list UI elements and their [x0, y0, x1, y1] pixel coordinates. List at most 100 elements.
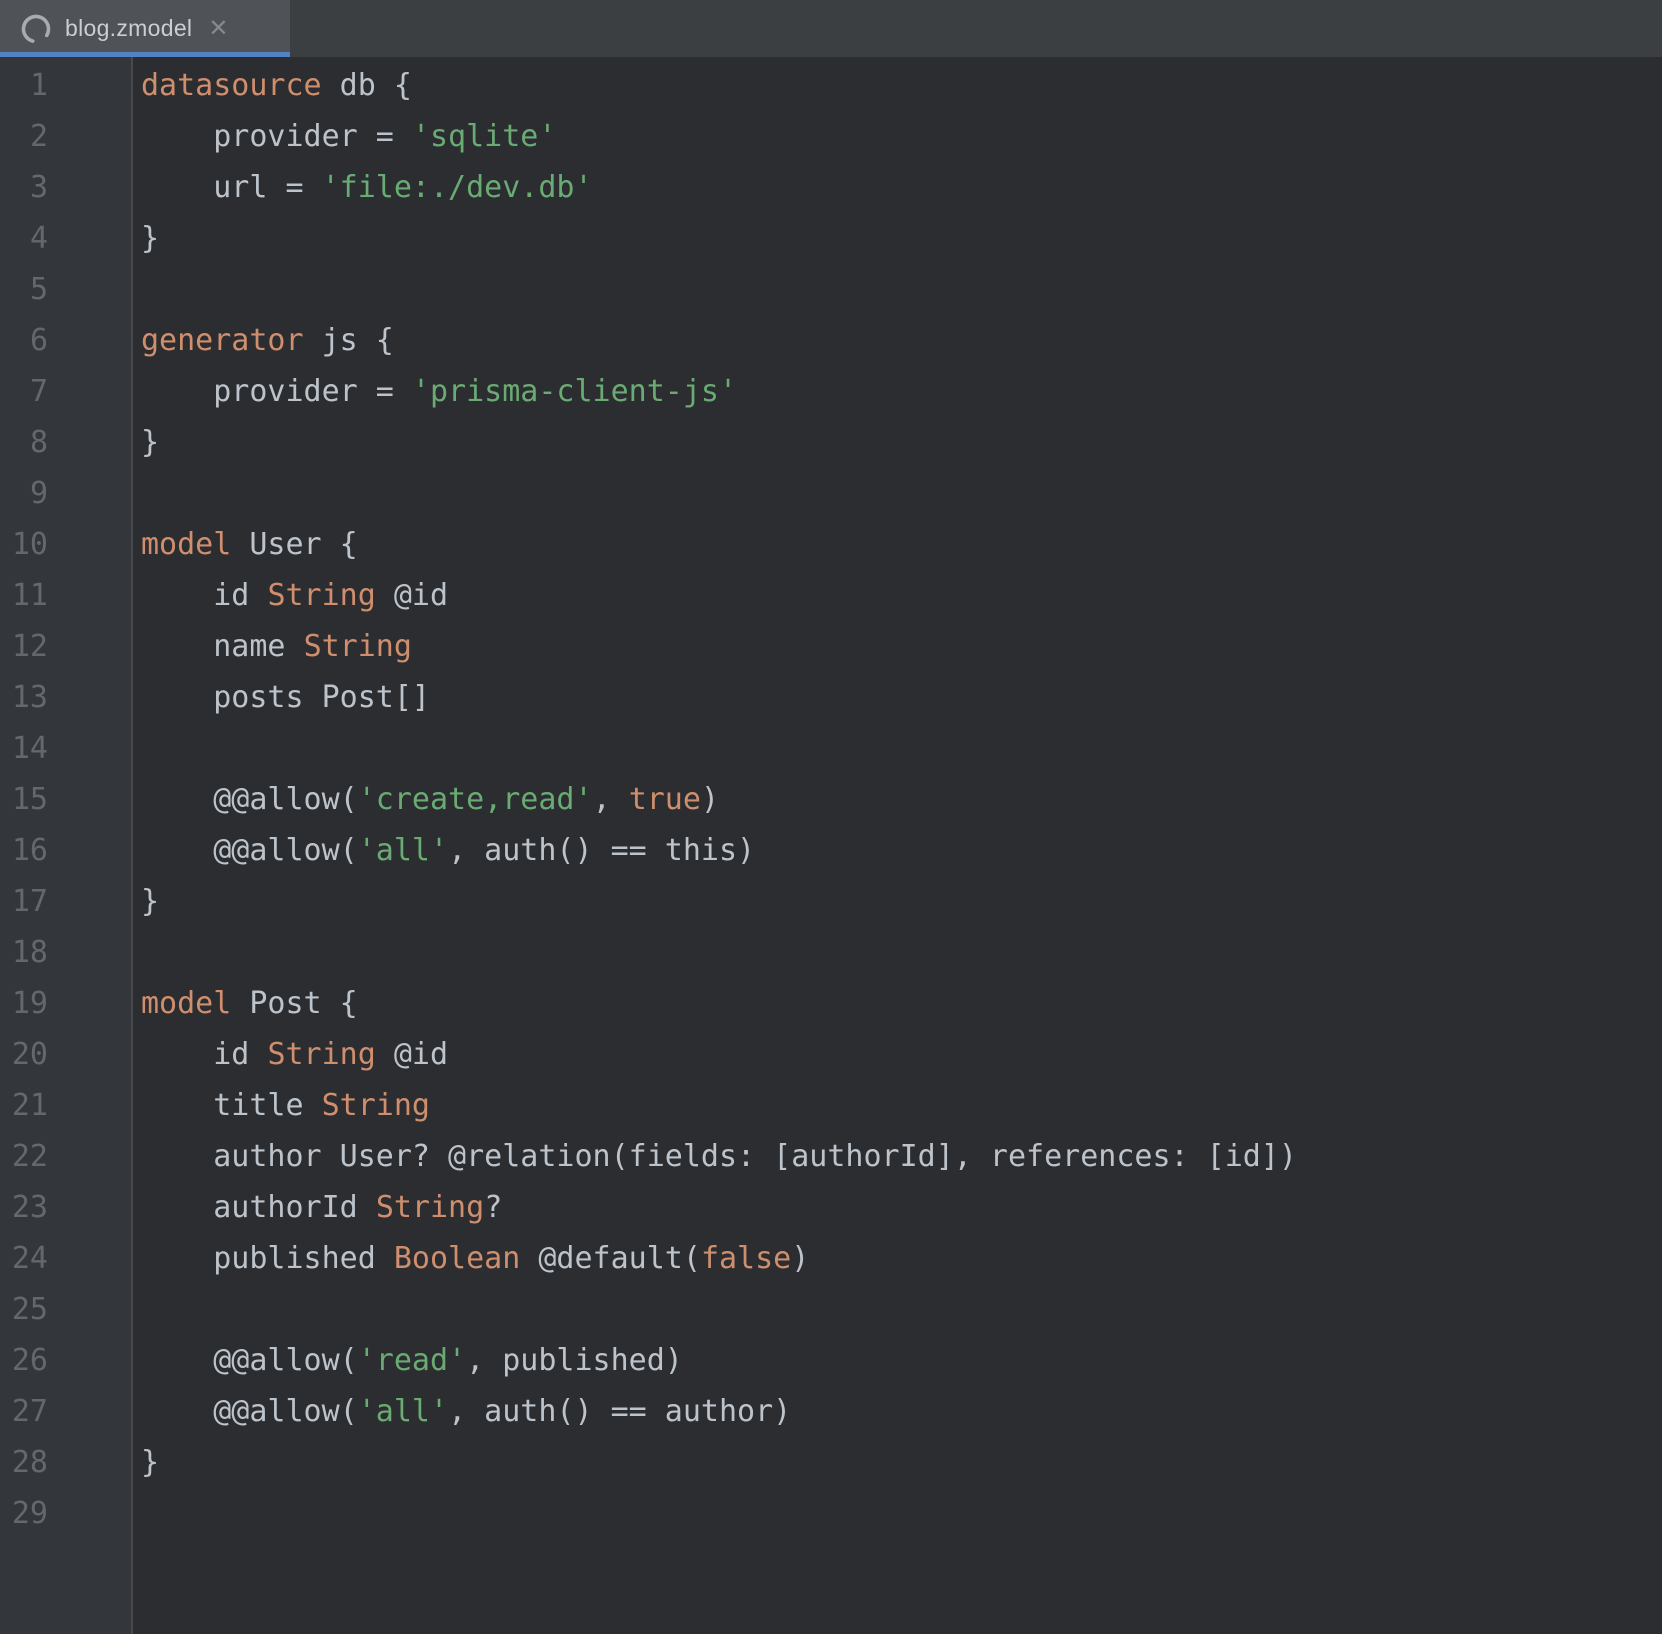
code-line[interactable]: generator js { [141, 315, 1662, 366]
code-line[interactable]: @@allow('read', published) [141, 1335, 1662, 1386]
line-number: 3 [0, 162, 48, 213]
code-line[interactable]: datasource db { [141, 60, 1662, 111]
token-text: @@allow( [141, 833, 358, 868]
code-line[interactable]: title String [141, 1080, 1662, 1131]
line-number: 10 [0, 519, 48, 570]
line-number: 11 [0, 570, 48, 621]
code-line[interactable]: } [141, 213, 1662, 264]
code-line[interactable]: name String [141, 621, 1662, 672]
code-line[interactable]: authorId String? [141, 1182, 1662, 1233]
line-number: 24 [0, 1233, 48, 1284]
code-line[interactable]: } [141, 417, 1662, 468]
token-text: ) [791, 1241, 809, 1276]
token-text: posts Post[] [141, 680, 430, 715]
code-line[interactable]: } [141, 1437, 1662, 1488]
token-text: } [141, 425, 159, 460]
token-string: 'create,read' [358, 782, 593, 817]
token-text: js { [304, 323, 394, 358]
active-tab-indicator [0, 52, 290, 57]
token-text: author User? @relation(fields: [authorId… [141, 1139, 1297, 1174]
code-line[interactable]: model User { [141, 519, 1662, 570]
code-line[interactable] [141, 264, 1662, 315]
line-number: 28 [0, 1437, 48, 1488]
token-string: 'all' [358, 833, 448, 868]
line-number: 1 [0, 60, 48, 111]
line-number: 2 [0, 111, 48, 162]
code-area[interactable]: datasource db { provider = 'sqlite' url … [133, 57, 1662, 1634]
line-number: 16 [0, 825, 48, 876]
token-keyword: String [304, 629, 412, 664]
line-number: 15 [0, 774, 48, 825]
token-keyword: String [376, 1190, 484, 1225]
code-line[interactable] [141, 927, 1662, 978]
code-line[interactable]: id String @id [141, 570, 1662, 621]
line-number: 5 [0, 264, 48, 315]
editor-tab-blog-zmodel[interactable]: blog.zmodel ✕ [0, 0, 290, 57]
code-line[interactable]: provider = 'sqlite' [141, 111, 1662, 162]
code-line[interactable] [141, 468, 1662, 519]
token-text: url = [141, 170, 322, 205]
line-number: 21 [0, 1080, 48, 1131]
token-keyword: false [701, 1241, 791, 1276]
code-line[interactable]: provider = 'prisma-client-js' [141, 366, 1662, 417]
token-text: } [141, 221, 159, 256]
token-keyword: Boolean [394, 1241, 520, 1276]
zmodel-file-ring-icon [20, 13, 52, 45]
token-text: @@allow( [141, 782, 358, 817]
token-string: 'read' [358, 1343, 466, 1378]
line-number: 9 [0, 468, 48, 519]
token-text: , auth() == author) [448, 1394, 791, 1429]
line-number: 19 [0, 978, 48, 1029]
token-keyword: String [322, 1088, 430, 1123]
token-text: @default( [520, 1241, 701, 1276]
line-number: 4 [0, 213, 48, 264]
token-keyword: model [141, 986, 231, 1021]
tab-title: blog.zmodel [65, 15, 192, 42]
line-number: 26 [0, 1335, 48, 1386]
token-text: , auth() == this) [448, 833, 755, 868]
line-number: 23 [0, 1182, 48, 1233]
token-text: Post { [231, 986, 357, 1021]
code-line[interactable]: @@allow('all', auth() == author) [141, 1386, 1662, 1437]
code-line[interactable]: @@allow('create,read', true) [141, 774, 1662, 825]
token-keyword: model [141, 527, 231, 562]
token-string: 'file:./dev.db' [322, 170, 593, 205]
token-keyword: generator [141, 323, 304, 358]
line-number: 7 [0, 366, 48, 417]
line-number: 8 [0, 417, 48, 468]
token-string: 'all' [358, 1394, 448, 1429]
token-text: provider = [141, 374, 412, 409]
token-text: User { [231, 527, 357, 562]
code-line[interactable]: published Boolean @default(false) [141, 1233, 1662, 1284]
token-keyword: true [629, 782, 701, 817]
code-line[interactable]: author User? @relation(fields: [authorId… [141, 1131, 1662, 1182]
token-text: name [141, 629, 304, 664]
code-line[interactable]: } [141, 876, 1662, 927]
token-text: id [141, 1037, 267, 1072]
code-line[interactable] [141, 1284, 1662, 1335]
code-line[interactable] [141, 1488, 1662, 1539]
token-text: provider = [141, 119, 412, 154]
token-text: , [593, 782, 629, 817]
token-text: , published) [466, 1343, 683, 1378]
gutter-numbers: 1234567891011121314151617181920212223242… [0, 60, 48, 1539]
token-text: ) [701, 782, 719, 817]
token-keyword: String [267, 578, 375, 613]
gutter: 1234567891011121314151617181920212223242… [0, 57, 133, 1634]
token-string: 'prisma-client-js' [412, 374, 737, 409]
code-line[interactable]: posts Post[] [141, 672, 1662, 723]
code-line[interactable]: model Post { [141, 978, 1662, 1029]
token-text: id [141, 578, 267, 613]
line-number: 22 [0, 1131, 48, 1182]
code-line[interactable] [141, 723, 1662, 774]
line-number: 25 [0, 1284, 48, 1335]
line-number: 29 [0, 1488, 48, 1539]
line-number: 20 [0, 1029, 48, 1080]
tab-close-icon[interactable]: ✕ [208, 17, 228, 41]
token-keyword: String [267, 1037, 375, 1072]
code-line[interactable]: @@allow('all', auth() == this) [141, 825, 1662, 876]
code-line[interactable]: url = 'file:./dev.db' [141, 162, 1662, 213]
token-text: } [141, 1445, 159, 1480]
code-line[interactable]: id String @id [141, 1029, 1662, 1080]
line-number: 13 [0, 672, 48, 723]
